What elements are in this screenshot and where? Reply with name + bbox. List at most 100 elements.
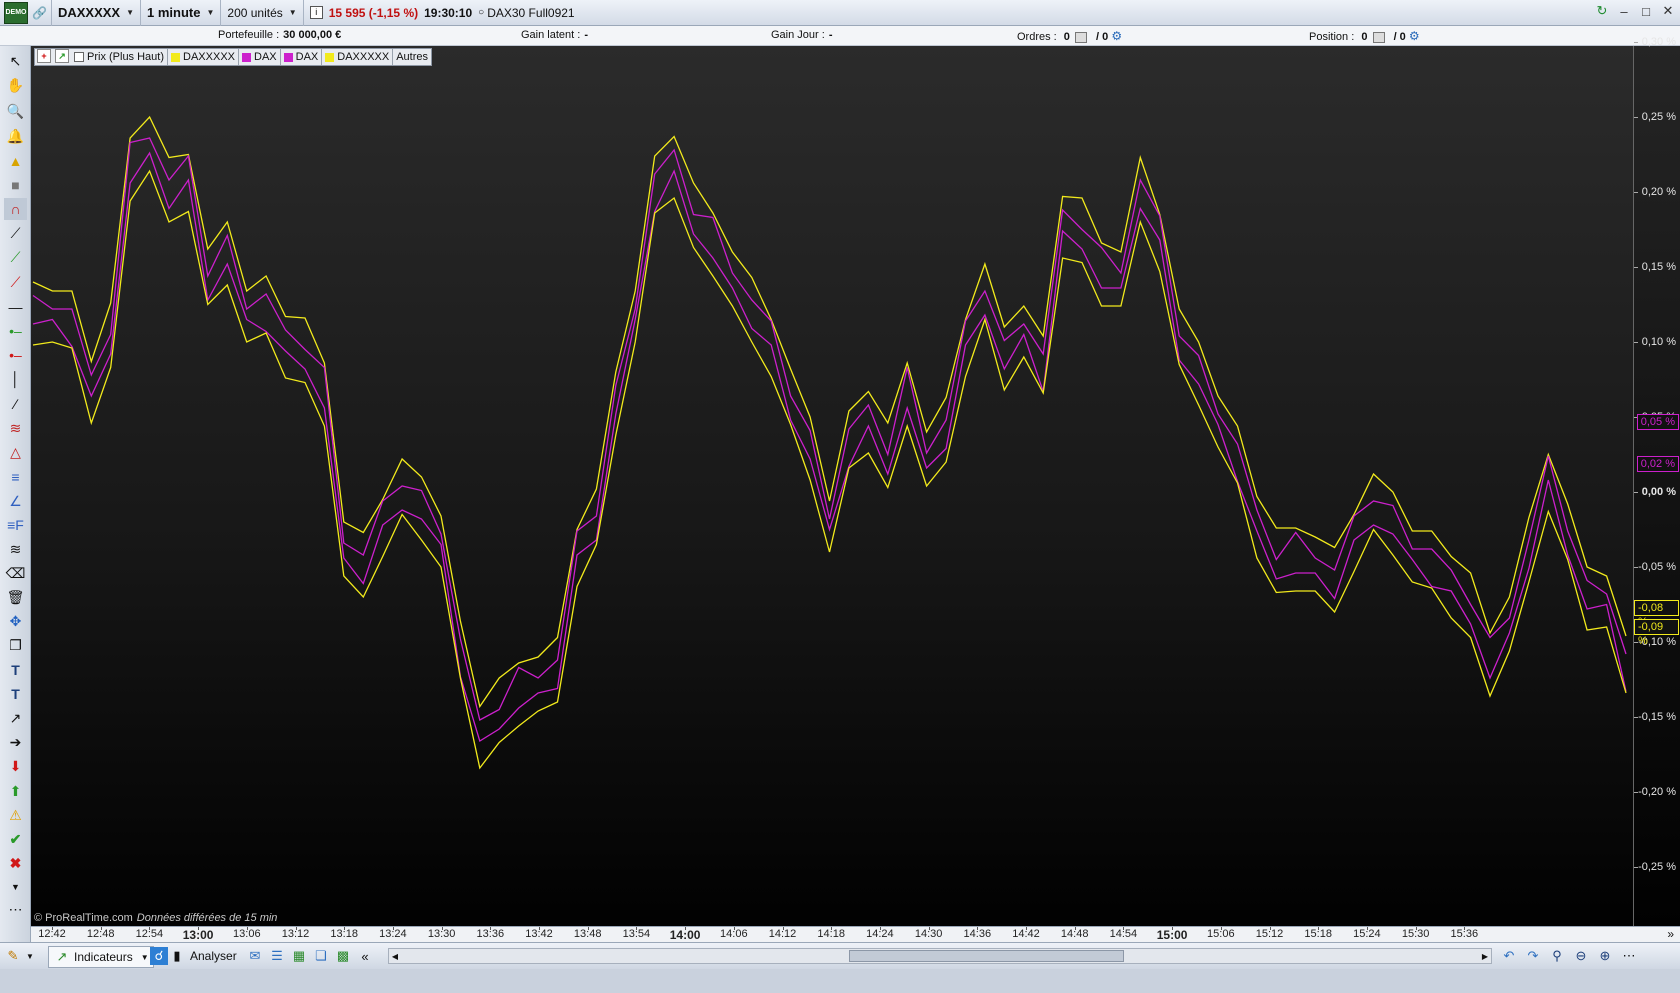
minimize-icon[interactable]: – <box>1616 3 1632 19</box>
zoom-box-icon[interactable]: ⚲ <box>1548 947 1566 965</box>
x-axis[interactable]: » 12:42 12:48 12:54 13:00 13:06 13:12 13:18 13:… <box>31 926 1680 942</box>
x-tick-mark <box>685 927 687 930</box>
position-settings-gear-icon[interactable]: ⚙ <box>1409 29 1420 43</box>
fib-levels-icon[interactable]: ≡F <box>4 514 27 536</box>
text-label-icon[interactable]: T <box>4 683 27 705</box>
legend-label: DAXXXXX <box>337 51 390 63</box>
last-value-badge: 0,05 % <box>1636 413 1679 430</box>
scroll-right-icon[interactable]: ▶ <box>1479 949 1491 963</box>
chevron-down-icon: ▼ <box>140 952 149 962</box>
position-total: / 0 <box>1393 31 1406 43</box>
segment-tool-icon[interactable]: ∕ <box>4 393 27 415</box>
time-scrollbar[interactable]: ◀ ▶ <box>388 948 1492 964</box>
x-tick-mark <box>149 927 151 930</box>
cursor-arrow-icon[interactable]: ↖ <box>4 50 27 72</box>
price-chart[interactable]: + ↗ Prix (Plus Haut) DAXXXXX DAX DAX DAX… <box>31 46 1633 950</box>
x-tick-mark <box>441 927 443 930</box>
arrow-diagonal-icon[interactable]: ↗ <box>4 707 27 729</box>
horizontal-ray-green-icon[interactable]: •– <box>4 320 27 342</box>
instrument-select[interactable]: DAXXXXX ▼ <box>52 0 142 26</box>
timeframe-select[interactable]: 1 minute ▼ <box>141 0 222 26</box>
ruler-icon[interactable]: ■ <box>4 174 27 196</box>
regression-tool-icon[interactable]: ≋ <box>4 538 27 560</box>
window-icon[interactable]: ❏ <box>312 947 330 965</box>
close-chart-icon[interactable]: + <box>37 49 51 63</box>
fan-tool-icon[interactable]: ∠ <box>4 490 27 512</box>
y-tick-label: 0,25 % <box>1641 111 1676 123</box>
refresh-icon[interactable]: ↻ <box>1594 3 1610 19</box>
x-axis-scroll-right-icon[interactable]: » <box>1667 927 1674 941</box>
legend-item-daxxxxx-1[interactable]: DAXXXXX <box>168 49 239 65</box>
triangle-tool-icon[interactable]: △ <box>4 441 27 463</box>
arrow-up-green-icon[interactable]: ⬆ <box>4 780 27 802</box>
zoom-in-icon[interactable]: ⊕ <box>1596 947 1614 965</box>
screener-icon[interactable]: ▩ <box>334 947 352 965</box>
channel-tool-icon[interactable]: ≋ <box>4 417 27 439</box>
analyse-button[interactable]: ☌ ▮ Analyser <box>150 946 237 966</box>
checkmark-icon[interactable]: ✔ <box>4 828 27 850</box>
series-line-dax-2 <box>32 137 1627 721</box>
units-select[interactable]: 200 unités ▼ <box>221 0 304 26</box>
legend-item-dax-1[interactable]: DAX <box>239 49 281 65</box>
trash-icon[interactable]: 🗑 <box>4 586 27 608</box>
vertical-line-icon[interactable]: │ <box>4 368 27 390</box>
draw-menu-button[interactable]: ✎ ▼ <box>4 946 34 966</box>
horizontal-line-icon[interactable]: — <box>4 296 27 318</box>
x-tick-mark <box>1366 927 1368 930</box>
contract-radio-icon[interactable]: ○ <box>478 7 484 18</box>
zoom-magnifier-icon[interactable]: 🔍 <box>4 100 27 122</box>
chat-icon[interactable]: ✉ <box>246 947 264 965</box>
y-axis[interactable]: 0,30 % 0,25 % 0,20 % 0,15 % 0,10 % 0,05 % 0,00… <box>1633 36 1680 950</box>
text-tool-icon[interactable]: T <box>4 659 27 681</box>
hand-pan-icon[interactable]: ✋ <box>4 74 27 96</box>
table-icon[interactable]: ▦ <box>290 947 308 965</box>
scroll-left-icon[interactable]: ◀ <box>389 949 401 963</box>
line-tool-green-icon[interactable]: ⟋ <box>4 246 27 268</box>
scroll-down-icon[interactable]: ▼ <box>4 876 27 898</box>
legend-item-daxxxxx-2[interactable]: DAXXXXX <box>322 49 394 65</box>
x-tick-mark <box>587 927 589 930</box>
y-tick-label: 0,00 % <box>1641 486 1676 498</box>
undo-icon[interactable]: ↶ <box>1500 947 1518 965</box>
alert-add-icon[interactable]: ▲ <box>4 150 27 172</box>
orders-window-icon[interactable] <box>1074 31 1087 43</box>
y-tick-label: 0,30 % <box>1641 36 1676 48</box>
legend-item-others[interactable]: Autres <box>393 49 431 65</box>
magnet-icon[interactable]: ∩ <box>4 198 27 220</box>
legend-item-price[interactable]: Prix (Plus Haut) <box>71 49 169 65</box>
x-tick-mark <box>831 927 833 930</box>
more-tools-icon[interactable]: ⋯ <box>4 898 27 920</box>
orders-count: 0 <box>1063 31 1070 43</box>
pin-button[interactable]: 🔗 <box>28 0 52 26</box>
orders-settings-gear-icon[interactable]: ⚙ <box>1111 29 1122 43</box>
line-tool-black-icon[interactable]: ⟋ <box>4 222 27 244</box>
arrow-right-icon[interactable]: ➔ <box>4 731 27 753</box>
horizontal-ray-red-icon[interactable]: •– <box>4 344 27 366</box>
zoom-out-icon[interactable]: ⊖ <box>1572 947 1590 965</box>
indicators-button[interactable]: ↗ Indicateurs ▼ <box>48 946 154 968</box>
collapse-left-icon[interactable]: « <box>356 947 374 965</box>
redo-icon[interactable]: ↷ <box>1524 947 1542 965</box>
expand-chart-icon[interactable]: ↗ <box>55 49 69 63</box>
list-icon[interactable]: ☰ <box>268 947 286 965</box>
info-icon[interactable]: i <box>309 6 323 19</box>
cross-icon[interactable]: ✖ <box>4 852 27 874</box>
arrow-down-red-icon[interactable]: ⬇ <box>4 755 27 777</box>
move-cross-icon[interactable]: ✥ <box>4 610 27 632</box>
legend-item-dax-2[interactable]: DAX <box>281 49 323 65</box>
scroll-thumb[interactable] <box>849 950 1124 962</box>
line-tool-red-icon[interactable]: ⟋ <box>4 271 27 293</box>
last-price: 15 595 (-1,15 %) <box>328 5 419 20</box>
position-window-icon[interactable] <box>1372 31 1385 43</box>
fibonacci-tool-icon[interactable]: ≡ <box>4 466 27 488</box>
chevron-down-icon: ▼ <box>26 951 34 961</box>
close-icon[interactable]: ✕ <box>1660 3 1676 19</box>
portfolio-info: Portefeuille :30 000,00 € <box>218 29 341 41</box>
more-options-icon[interactable]: ⋯ <box>1620 947 1638 965</box>
warning-icon[interactable]: ⚠ <box>4 804 27 826</box>
alert-bell-icon[interactable]: 🔔 <box>4 125 27 147</box>
copy-icon[interactable]: ❐ <box>4 634 27 656</box>
maximize-icon[interactable]: □ <box>1638 3 1654 19</box>
legend-checkbox-icon[interactable] <box>74 52 84 62</box>
eraser-icon[interactable]: ⌫ <box>4 562 27 584</box>
